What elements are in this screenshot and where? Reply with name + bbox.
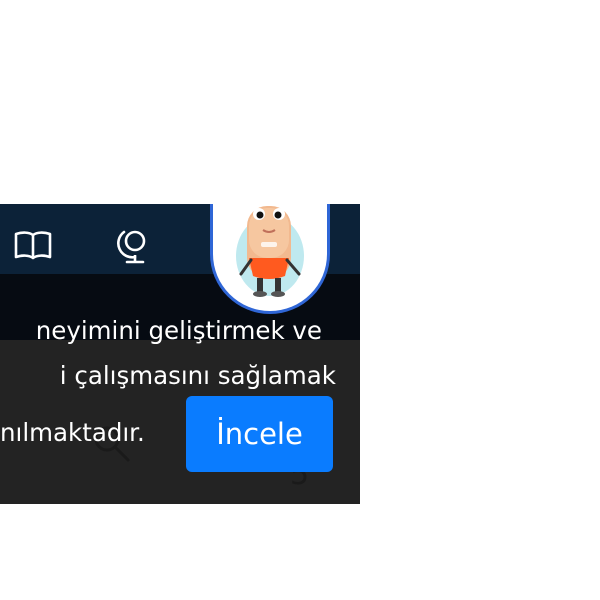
app-frame: 5 neyimini geliştirmek ve i çalışmasını …: [0, 204, 360, 504]
cookie-message-line: neyimini geliştirmek ve: [35, 316, 322, 345]
cookie-message-line: i çalışmasını sağlamak: [59, 361, 336, 390]
cartoon-character-avatar-icon: [236, 206, 304, 297]
review-button[interactable]: İncele: [186, 396, 333, 472]
profile-avatar[interactable]: [210, 204, 330, 314]
viewport: 5 neyimini geliştirmek ve i çalışmasını …: [0, 0, 600, 600]
book-icon[interactable]: [12, 224, 54, 266]
globe-icon[interactable]: [113, 224, 155, 266]
